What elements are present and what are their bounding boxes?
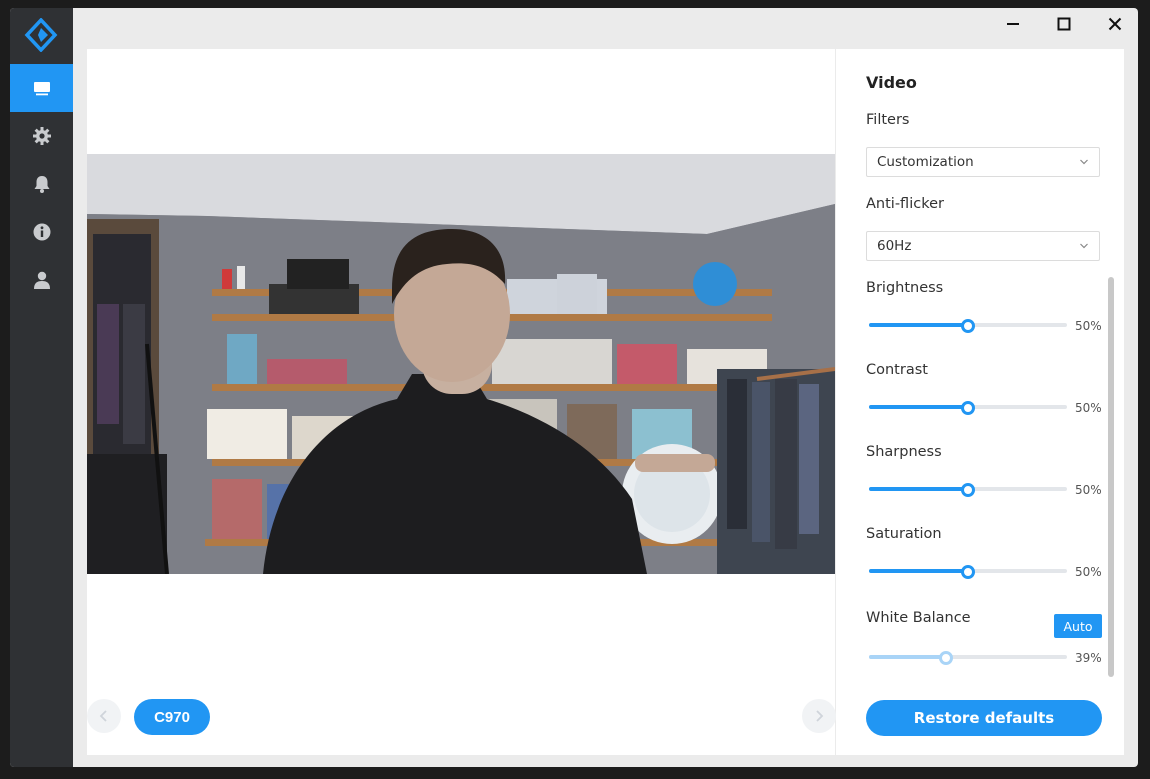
chevron-down-icon: [1080, 243, 1088, 249]
contrast-value: 50%: [1075, 401, 1102, 415]
chevron-right-icon: [816, 710, 824, 722]
filters-value: Customization: [877, 154, 974, 170]
anti-flicker-select[interactable]: 60Hz: [866, 231, 1100, 261]
saturation-value: 50%: [1075, 565, 1102, 579]
gear-icon: [32, 127, 51, 145]
sidebar-item-monitor[interactable]: [10, 64, 73, 112]
saturation-slider[interactable]: [869, 563, 1067, 579]
webcam-feed-image: [87, 154, 835, 574]
maximize-button[interactable]: [1049, 12, 1079, 36]
close-icon: [1108, 17, 1122, 31]
chevron-down-icon: [1080, 159, 1088, 165]
anti-flicker-label: Anti-flicker: [866, 196, 944, 212]
anti-flicker-value: 60Hz: [877, 238, 912, 254]
saturation-label: Saturation: [866, 526, 942, 542]
restore-defaults-button[interactable]: Restore defaults: [866, 700, 1102, 736]
close-button[interactable]: [1100, 12, 1130, 36]
settings-pane: Video Filters Customization Anti-flicker…: [836, 49, 1124, 755]
info-icon: [33, 223, 50, 241]
minimize-icon: [1007, 23, 1019, 25]
slider-thumb[interactable]: [939, 651, 954, 665]
brightness-slider[interactable]: [869, 317, 1067, 333]
brightness-value: 50%: [1075, 319, 1102, 333]
white-balance-auto-button[interactable]: Auto: [1054, 614, 1102, 638]
sharpness-value: 50%: [1075, 483, 1102, 497]
white-balance-value: 39%: [1075, 651, 1102, 665]
settings-scrollbar[interactable]: [1108, 277, 1114, 677]
slider-thumb[interactable]: [961, 565, 975, 579]
contrast-slider[interactable]: [869, 399, 1067, 415]
sidebar-item-notifications[interactable]: [10, 160, 73, 208]
slider-fill: [869, 655, 947, 659]
sidebar-item-info[interactable]: [10, 208, 73, 256]
white-balance-slider[interactable]: [869, 649, 1067, 665]
sharpness-slider[interactable]: [869, 481, 1067, 497]
slider-thumb[interactable]: [961, 483, 975, 497]
slider-fill: [869, 569, 968, 573]
contrast-label: Contrast: [866, 362, 928, 378]
slider-fill: [869, 405, 968, 409]
maximize-icon: [1057, 17, 1071, 31]
prev-camera-button[interactable]: [87, 699, 121, 733]
brightness-label: Brightness: [866, 280, 944, 296]
sidebar-item-settings[interactable]: [10, 112, 73, 160]
sharpness-label: Sharpness: [866, 444, 942, 460]
next-camera-button[interactable]: [802, 699, 836, 733]
camera-name-button[interactable]: C970: [134, 699, 210, 735]
filters-select[interactable]: Customization: [866, 147, 1100, 177]
section-title: Video: [866, 73, 917, 92]
slider-thumb[interactable]: [961, 401, 975, 415]
title-bar: [73, 8, 1138, 40]
minimize-button[interactable]: [998, 12, 1028, 36]
monitor-icon: [33, 82, 50, 96]
slider-fill: [869, 487, 968, 491]
sidebar-item-account[interactable]: [10, 256, 73, 304]
preview-pane: C970: [87, 49, 836, 755]
filters-label: Filters: [866, 112, 910, 128]
user-icon: [33, 271, 50, 289]
app-logo-icon: [24, 18, 58, 52]
camera-preview: [87, 154, 835, 574]
slider-fill: [869, 323, 968, 327]
app-window: C970 Video Filters Customization Anti-fl…: [10, 8, 1138, 767]
bell-icon: [34, 176, 49, 193]
chevron-left-icon: [99, 710, 107, 722]
slider-thumb[interactable]: [961, 319, 975, 333]
sidebar: [10, 8, 73, 767]
white-balance-label: White Balance: [866, 610, 971, 626]
